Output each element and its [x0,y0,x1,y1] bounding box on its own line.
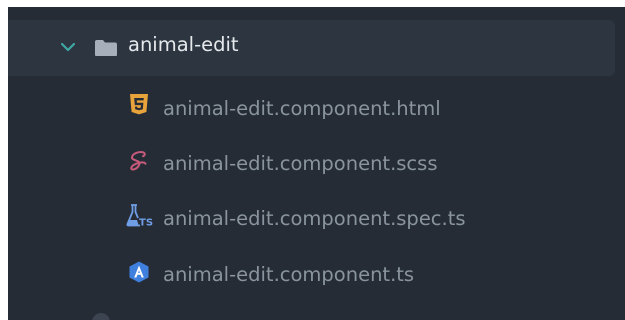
angular-icon [129,261,149,283]
html5-icon [130,94,148,115]
file-row-ts[interactable]: animal-edit.component.ts [8,246,615,302]
folder-icon [95,40,117,56]
chevron-down-icon[interactable] [61,42,75,52]
file-explorer-panel: animal-edit animal-edit.component.html a… [8,7,625,320]
file-label: animal-edit.component.scss [163,152,438,175]
folder-row-animal-edit[interactable]: animal-edit [8,20,615,76]
folder-label: animal-edit [128,33,239,56]
partial-next-item-icon [92,313,110,320]
file-row-scss[interactable]: animal-edit.component.scss [8,135,615,191]
test-flask-ts-icon: TS [126,204,153,228]
sass-icon [130,151,147,171]
svg-text:TS: TS [139,218,153,228]
file-row-spec-ts[interactable]: TS animal-edit.component.spec.ts [8,190,615,246]
file-label: animal-edit.component.spec.ts [163,207,466,230]
file-label: animal-edit.component.html [163,97,441,120]
file-label: animal-edit.component.ts [163,263,415,286]
file-row-html[interactable]: animal-edit.component.html [8,80,615,136]
